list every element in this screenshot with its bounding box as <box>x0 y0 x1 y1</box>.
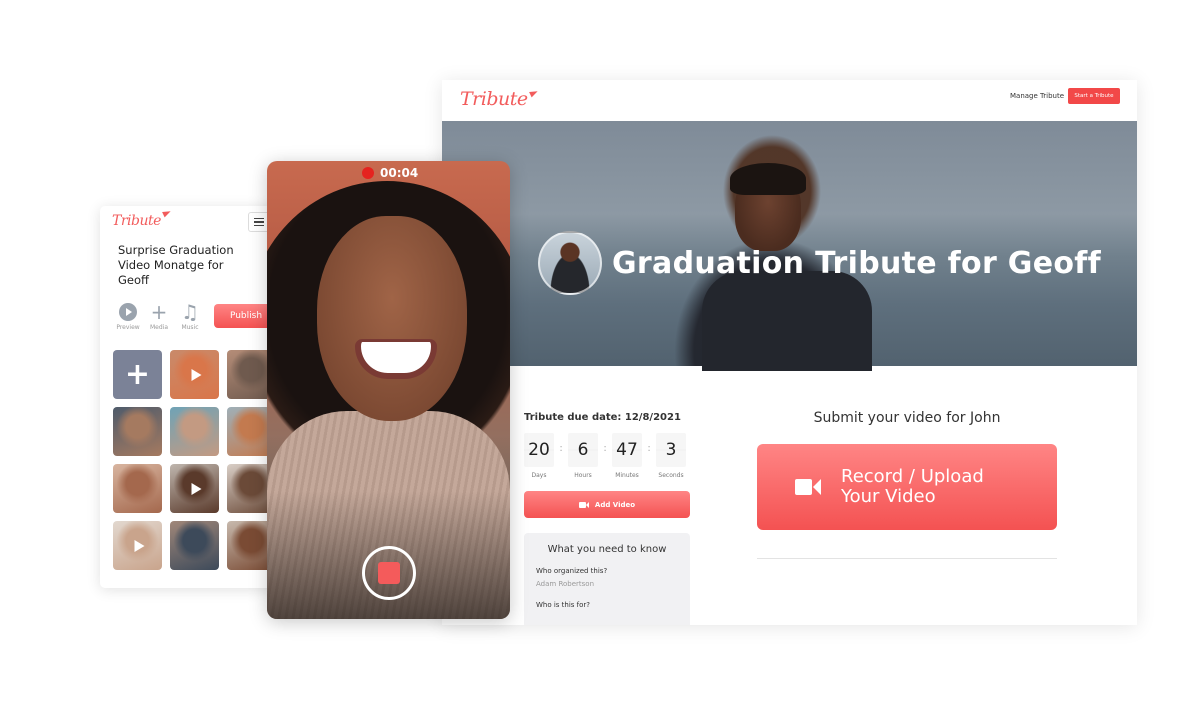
plus-icon: + <box>150 300 168 324</box>
faq-question: Who organized this? <box>536 567 608 575</box>
tool-label: Preview <box>116 324 140 331</box>
video-tile[interactable] <box>170 464 219 513</box>
due-date-label: Tribute due date: 12/8/2021 <box>524 412 681 423</box>
media-grid: + <box>113 350 276 570</box>
faq-answer: Adam Robertson <box>536 580 595 588</box>
paper-plane-icon <box>162 208 172 218</box>
tribute-logo[interactable]: Tribute <box>112 208 172 229</box>
countdown-label: Minutes <box>615 472 639 479</box>
manage-tribute-link[interactable]: Manage Tribute <box>1010 92 1064 100</box>
countdown-timer: 20 Days : 6 Hours : 47 Minutes : 3 Secon… <box>524 433 686 479</box>
countdown-days: 20 Days <box>524 433 554 479</box>
preview-tool[interactable]: Preview <box>116 302 140 331</box>
countdown-label: Hours <box>574 472 592 479</box>
video-camera-icon <box>795 479 821 495</box>
video-tile[interactable] <box>113 521 162 570</box>
countdown-value: 6 <box>568 433 598 467</box>
play-icon <box>134 539 144 552</box>
stop-recording-button[interactable] <box>362 546 416 600</box>
countdown-separator: : <box>559 443 563 454</box>
recording-timer: 00:04 <box>362 166 418 180</box>
photo-tile[interactable] <box>170 407 219 456</box>
desktop-tribute-page: Tribute Manage Tribute Start a Tribute G… <box>442 80 1137 625</box>
timer-text: 00:04 <box>380 166 419 180</box>
divider <box>757 558 1057 559</box>
countdown-minutes: 47 Minutes <box>612 433 642 479</box>
logo-text: Tribute <box>112 213 161 229</box>
photo-tile[interactable] <box>113 464 162 513</box>
play-icon <box>191 482 201 495</box>
add-media-tile[interactable]: + <box>113 350 162 399</box>
tribute-logo[interactable]: Tribute <box>460 88 539 110</box>
music-tool[interactable]: ♫ Music <box>178 302 202 331</box>
logo-text: Tribute <box>460 88 528 110</box>
what-you-need-to-know-panel: What you need to know Who organized this… <box>524 533 690 625</box>
phone-video-recorder: 00:04 <box>267 161 510 619</box>
montage-title: Surprise Graduation Video Monatge for Ge… <box>118 243 234 287</box>
paper-plane-icon <box>528 88 539 98</box>
record-label-line2: Your Video <box>841 486 936 507</box>
countdown-value: 20 <box>524 433 554 467</box>
countdown-separator: : <box>603 443 607 454</box>
stop-icon <box>378 562 400 584</box>
add-video-button[interactable]: Add Video <box>524 491 690 518</box>
countdown-value: 3 <box>656 433 686 467</box>
hero-photo-hair <box>730 163 806 195</box>
faq-question: Who is this for? <box>536 601 591 609</box>
record-upload-label: Record / Upload Your Video <box>841 467 984 507</box>
play-icon <box>191 368 201 381</box>
site-header: Tribute Manage Tribute Start a Tribute <box>442 80 1137 121</box>
photo-tile[interactable] <box>113 407 162 456</box>
submit-video-heading: Submit your video for John <box>813 410 1001 426</box>
panel-title: What you need to know <box>547 544 667 555</box>
countdown-separator: : <box>647 443 651 454</box>
recording-dot-icon <box>362 167 374 179</box>
add-video-label: Add Video <box>594 500 636 509</box>
plus-icon: + <box>124 357 151 392</box>
countdown-seconds: 3 Seconds <box>656 433 686 479</box>
start-tribute-button[interactable]: Start a Tribute <box>1068 88 1120 104</box>
editor-toolbar: Preview + Media ♫ Music <box>116 302 202 331</box>
music-note-icon: ♫ <box>181 300 199 324</box>
media-tool[interactable]: + Media <box>147 302 171 331</box>
countdown-hours: 6 Hours <box>568 433 598 479</box>
recipient-avatar <box>538 231 602 295</box>
photo-tile[interactable] <box>170 521 219 570</box>
video-camera-icon <box>578 501 589 508</box>
video-tile[interactable] <box>170 350 219 399</box>
tool-label: Media <box>149 324 169 331</box>
countdown-label: Seconds <box>658 472 684 479</box>
countdown-label: Days <box>531 472 547 479</box>
record-upload-video-button[interactable]: Record / Upload Your Video <box>757 444 1057 530</box>
play-circle-icon <box>119 303 137 321</box>
record-label-line1: Record / Upload <box>841 466 984 487</box>
tribute-title: Graduation Tribute for Geoff <box>612 246 1101 281</box>
selfie-face <box>317 216 467 421</box>
hero-banner: Graduation Tribute for Geoff <box>442 121 1137 371</box>
countdown-value: 47 <box>612 433 642 467</box>
tool-label: Music <box>181 324 199 331</box>
mobile-montage-editor: Tribute Surprise Graduation Video Monatg… <box>100 206 280 588</box>
hero-photo-body <box>702 271 872 371</box>
